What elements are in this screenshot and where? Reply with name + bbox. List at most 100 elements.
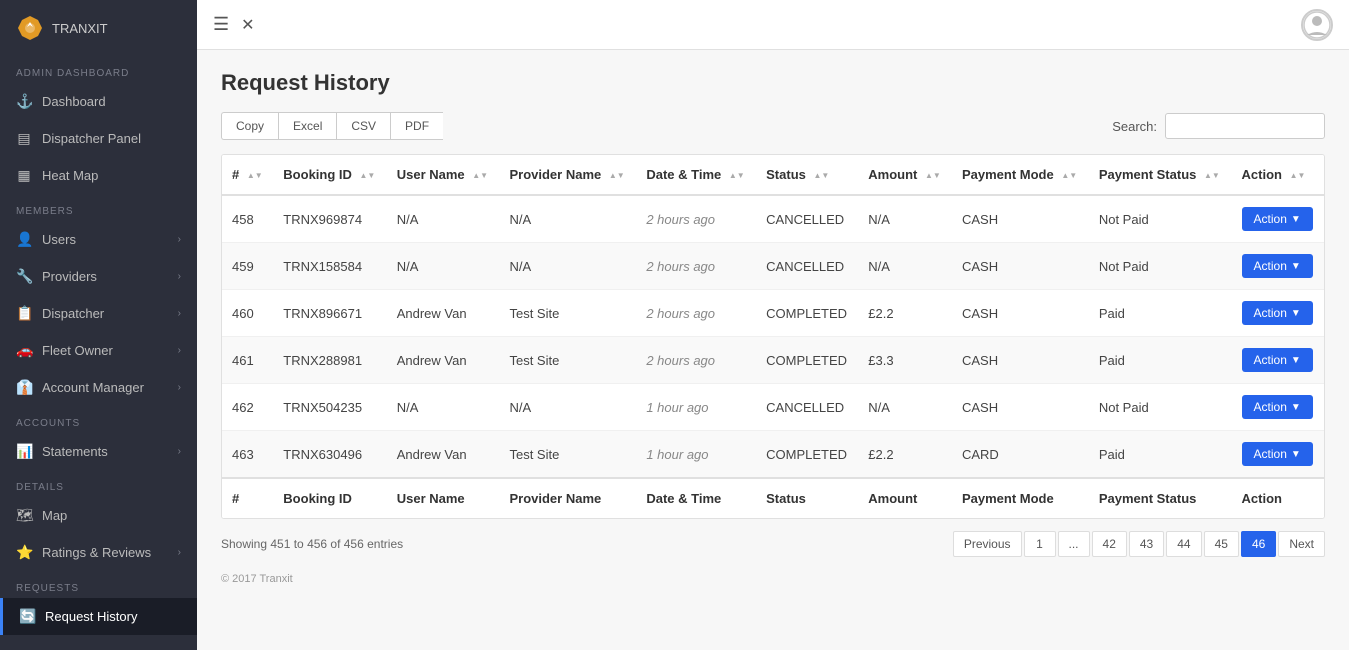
sidebar-item-heat-map[interactable]: ▦ Heat Map <box>0 157 197 194</box>
page-45-button[interactable]: 45 <box>1204 531 1239 557</box>
cell-status: CANCELLED <box>756 384 858 431</box>
cell-num: 460 <box>222 290 273 337</box>
cell-num: 461 <box>222 337 273 384</box>
table-row: 459 TRNX158584 N/A N/A 2 hours ago CANCE… <box>222 243 1324 290</box>
sidebar: TRANXIT ADMIN DASHBOARD ⚓ Dashboard ▤ Di… <box>0 0 197 650</box>
chevron-down-icon: ▼ <box>1291 355 1301 366</box>
sidebar-item-label: Dashboard <box>42 94 106 109</box>
cell-provider-name: Test Site <box>499 431 636 479</box>
pagination: Previous 1 ... 42 43 44 45 46 Next <box>953 531 1325 557</box>
page-43-button[interactable]: 43 <box>1129 531 1164 557</box>
action-button[interactable]: Action ▼ <box>1242 395 1313 419</box>
col-payment-status: Payment Status ▲▼ <box>1089 155 1232 195</box>
next-button[interactable]: Next <box>1278 531 1325 557</box>
cell-status: CANCELLED <box>756 195 858 243</box>
col-date-time: Date & Time ▲▼ <box>636 155 756 195</box>
footer-col-action: Action <box>1232 478 1324 518</box>
chevron-right-icon: › <box>178 547 181 558</box>
table-row: 462 TRNX504235 N/A N/A 1 hour ago CANCEL… <box>222 384 1324 431</box>
sidebar-item-label: Map <box>42 508 67 523</box>
action-button[interactable]: Action ▼ <box>1242 207 1313 231</box>
table-row: 461 TRNX288981 Andrew Van Test Site 2 ho… <box>222 337 1324 384</box>
excel-button[interactable]: Excel <box>278 112 336 140</box>
page-46-button[interactable]: 46 <box>1241 531 1276 557</box>
section-requests-label: REQUESTS <box>0 571 197 598</box>
cell-payment-mode: CASH <box>952 337 1089 384</box>
ratings-icon: ⭐ <box>16 544 32 561</box>
page-1-button[interactable]: 1 <box>1024 531 1056 557</box>
tranxit-logo-icon <box>16 14 44 42</box>
cell-payment-mode: CASH <box>952 243 1089 290</box>
cell-date-time: 2 hours ago <box>636 290 756 337</box>
action-button[interactable]: Action ▼ <box>1242 442 1313 466</box>
action-button[interactable]: Action ▼ <box>1242 301 1313 325</box>
chevron-down-icon: ▼ <box>1291 261 1301 272</box>
cell-booking-id: TRNX630496 <box>273 431 386 479</box>
cell-action: Action ▼ <box>1232 195 1324 243</box>
user-avatar[interactable] <box>1301 9 1333 41</box>
sidebar-item-ratings-reviews[interactable]: ⭐ Ratings & Reviews › <box>0 534 197 571</box>
sidebar-item-label: Providers <box>42 269 97 284</box>
hamburger-icon[interactable]: ☰ <box>213 14 229 35</box>
footer-col-amount: Amount <box>858 478 952 518</box>
table-row: 460 TRNX896671 Andrew Van Test Site 2 ho… <box>222 290 1324 337</box>
cell-user-name: Andrew Van <box>387 290 500 337</box>
action-button[interactable]: Action ▼ <box>1242 254 1313 278</box>
section-admin-label: ADMIN DASHBOARD <box>0 56 197 83</box>
sidebar-item-fleet-owner[interactable]: 🚗 Fleet Owner › <box>0 332 197 369</box>
col-booking-id: Booking ID ▲▼ <box>273 155 386 195</box>
col-payment-mode: Payment Mode ▲▼ <box>952 155 1089 195</box>
sidebar-item-dispatcher[interactable]: 📋 Dispatcher › <box>0 295 197 332</box>
sidebar-item-request-history[interactable]: 🔄 Request History <box>0 598 197 635</box>
cell-num: 463 <box>222 431 273 479</box>
sidebar-item-providers[interactable]: 🔧 Providers › <box>0 258 197 295</box>
cell-payment-status: Paid <box>1089 337 1232 384</box>
copy-button[interactable]: Copy <box>221 112 278 140</box>
prev-button[interactable]: Previous <box>953 531 1022 557</box>
cell-provider-name: Test Site <box>499 290 636 337</box>
chevron-right-icon: › <box>178 271 181 282</box>
cell-payment-status: Not Paid <box>1089 195 1232 243</box>
col-amount: Amount ▲▼ <box>858 155 952 195</box>
topbar: ☰ ✕ <box>197 0 1349 50</box>
action-button[interactable]: Action ▼ <box>1242 348 1313 372</box>
sidebar-item-users[interactable]: 👤 Users › <box>0 221 197 258</box>
section-members-label: MEMBERS <box>0 194 197 221</box>
toolbar: Copy Excel CSV PDF Search: <box>221 112 1325 140</box>
footer-col-booking-id: Booking ID <box>273 478 386 518</box>
cell-status: CANCELLED <box>756 243 858 290</box>
pdf-button[interactable]: PDF <box>390 112 443 140</box>
cell-status: COMPLETED <box>756 337 858 384</box>
cell-booking-id: TRNX969874 <box>273 195 386 243</box>
cell-amount: N/A <box>858 243 952 290</box>
cell-user-name: Andrew Van <box>387 431 500 479</box>
cell-provider-name: N/A <box>499 243 636 290</box>
table-wrapper: # ▲▼ Booking ID ▲▼ User Name ▲▼ Provider… <box>221 154 1325 519</box>
section-details-label: DETAILS <box>0 470 197 497</box>
sidebar-item-label: Account Manager <box>42 380 144 395</box>
chevron-right-icon: › <box>178 234 181 245</box>
search-input[interactable] <box>1165 113 1325 139</box>
sidebar-item-label: Ratings & Reviews <box>42 545 151 560</box>
footer-col-provider-name: Provider Name <box>499 478 636 518</box>
sidebar-item-label: Request History <box>45 609 137 624</box>
cell-date-time: 2 hours ago <box>636 337 756 384</box>
sidebar-item-dispatcher-panel[interactable]: ▤ Dispatcher Panel <box>0 120 197 157</box>
page-44-button[interactable]: 44 <box>1166 531 1201 557</box>
table-row: 458 TRNX969874 N/A N/A 2 hours ago CANCE… <box>222 195 1324 243</box>
cell-date-time: 2 hours ago <box>636 243 756 290</box>
csv-button[interactable]: CSV <box>336 112 390 140</box>
sidebar-item-account-manager[interactable]: 👔 Account Manager › <box>0 369 197 406</box>
sidebar-item-map[interactable]: 🗺 Map <box>0 497 197 534</box>
sidebar-item-statements[interactable]: 📊 Statements › <box>0 433 197 470</box>
cell-provider-name: N/A <box>499 195 636 243</box>
sidebar-item-label: Dispatcher Panel <box>42 131 141 146</box>
footer-col-user-name: User Name <box>387 478 500 518</box>
page-ellipsis: ... <box>1058 531 1090 557</box>
page-42-button[interactable]: 42 <box>1092 531 1127 557</box>
sidebar-item-dashboard[interactable]: ⚓ Dashboard <box>0 83 197 120</box>
cell-provider-name: N/A <box>499 384 636 431</box>
close-icon[interactable]: ✕ <box>241 15 254 35</box>
users-icon: 👤 <box>16 231 32 248</box>
chevron-right-icon: › <box>178 382 181 393</box>
